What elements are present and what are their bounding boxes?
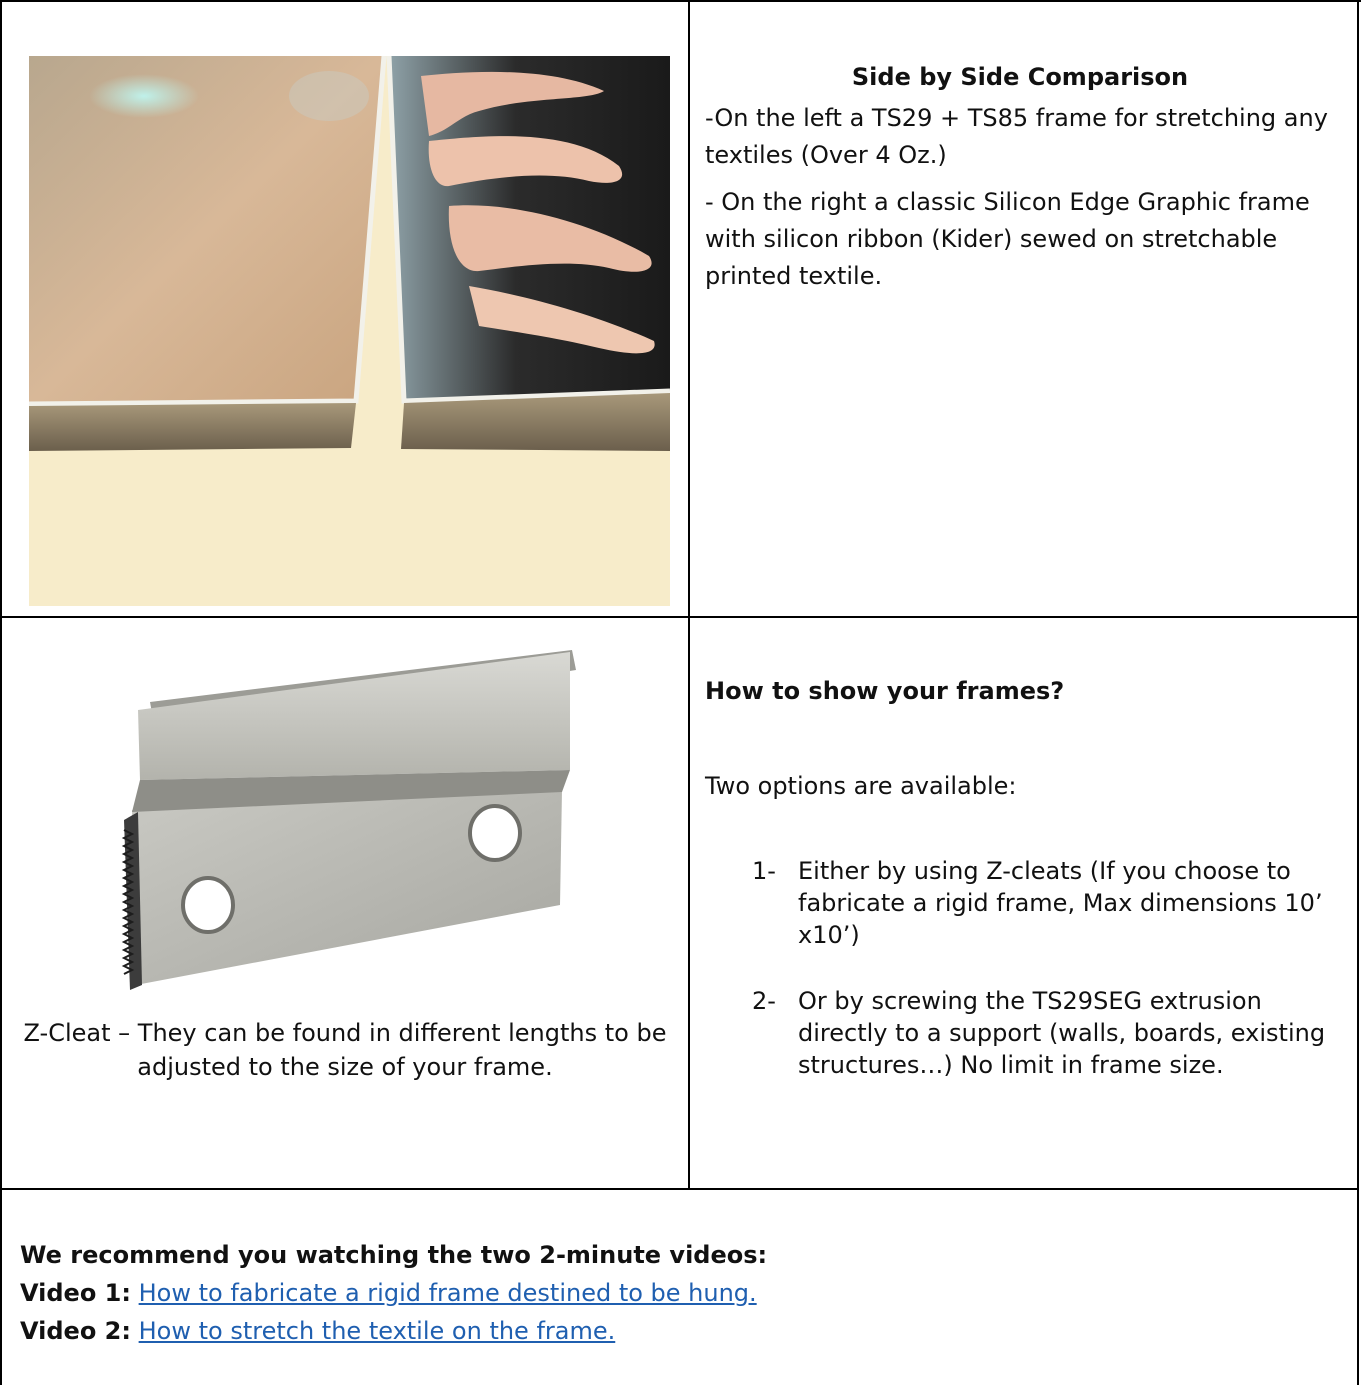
video-label: Video 2: xyxy=(20,1317,131,1345)
layout-table: Side by Side Comparison -On the left a T… xyxy=(0,0,1361,1385)
border-row2-bottom xyxy=(0,1188,1359,1190)
option-item: 1- Either by using Z-cleats (If you choo… xyxy=(705,855,1335,951)
option-text: Either by using Z-cleats (If you choose … xyxy=(798,857,1323,949)
option-item: 2- Or by screwing the TS29SEG extrusion … xyxy=(705,985,1335,1081)
z-cleat-caption: Z-Cleat – They can be found in different… xyxy=(23,1019,667,1081)
video-label: Video 1: xyxy=(20,1279,131,1307)
comparison-left-description: -On the left a TS29 + TS85 frame for str… xyxy=(705,104,1328,169)
border-right xyxy=(1357,0,1359,1385)
frames-comparison-photo xyxy=(29,56,670,606)
comparison-right-description: - On the right a classic Silicon Edge Gr… xyxy=(705,188,1310,290)
display-options-text: How to show your frames? Two options are… xyxy=(705,672,1335,1115)
video-line: Video 1: How to fabricate a rigid frame … xyxy=(20,1274,1340,1312)
display-heading: How to show your frames? xyxy=(705,677,1065,705)
option-text: Or by screwing the TS29SEG extrusion dir… xyxy=(798,987,1326,1079)
video-recommendations: We recommend you watching the two 2-minu… xyxy=(20,1236,1340,1350)
border-top xyxy=(0,0,1361,2)
border-column-divider xyxy=(688,0,690,1190)
comparison-text: Side by Side Comparison -On the left a T… xyxy=(705,58,1335,305)
video-2-link[interactable]: How to stretch the textile on the frame. xyxy=(139,1317,616,1345)
video-line: Video 2: How to stretch the textile on t… xyxy=(20,1312,1340,1350)
border-row1-bottom xyxy=(0,616,1359,618)
z-cleat-image xyxy=(121,650,576,990)
recommend-text: We recommend you watching the two 2-minu… xyxy=(20,1241,768,1269)
options-list: 1- Either by using Z-cleats (If you choo… xyxy=(705,855,1335,1081)
recommend-line: We recommend you watching the two 2-minu… xyxy=(20,1236,1340,1274)
options-intro: Two options are available: xyxy=(705,772,1017,800)
option-number: 1- xyxy=(752,857,776,885)
video-1-link[interactable]: How to fabricate a rigid frame destined … xyxy=(139,1279,757,1307)
border-left xyxy=(0,0,2,1385)
option-number: 2- xyxy=(752,987,776,1015)
comparison-heading: Side by Side Comparison xyxy=(851,63,1189,91)
